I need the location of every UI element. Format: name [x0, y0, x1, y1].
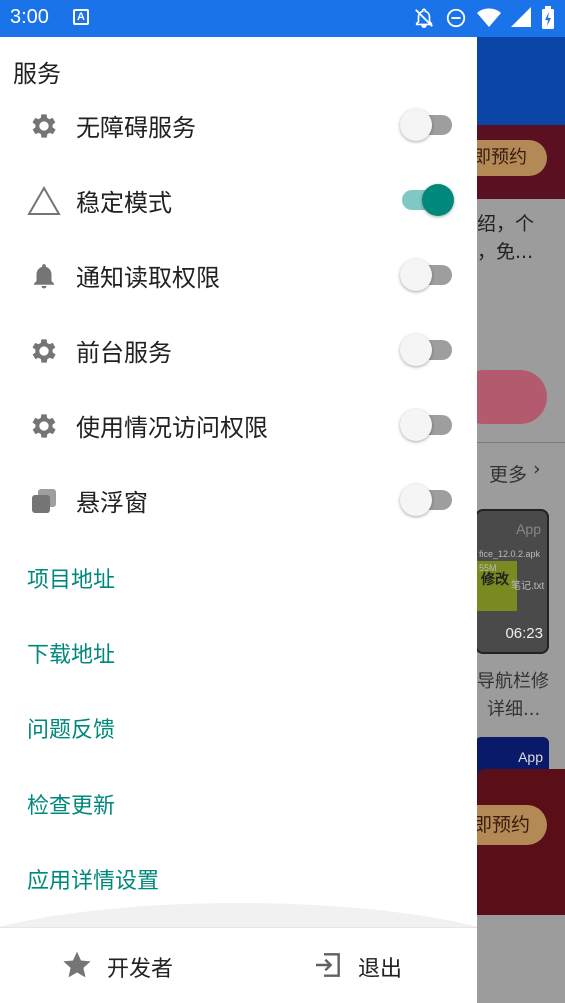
reserve-button: 即预约 — [477, 140, 547, 176]
background-divider — [477, 442, 565, 443]
toggle-thumb — [400, 484, 432, 516]
background-desc-line: ，免... — [477, 241, 534, 263]
reserve-button: 即预约 — [477, 805, 547, 845]
link-download-address[interactable]: 下载地址 — [27, 637, 115, 669]
background-action-button — [477, 370, 547, 424]
toggle-thumb — [400, 334, 432, 366]
background-desc-line: 绍，个 — [477, 213, 535, 235]
thumbnail-app-tag: App — [516, 521, 541, 537]
triangle-icon — [26, 183, 62, 219]
more-link: 更多 — [489, 464, 528, 486]
video-title-line: 导航栏修 — [477, 671, 549, 692]
wifi-icon — [477, 7, 501, 29]
gear-icon — [26, 108, 62, 144]
service-label: 使用情况访问权限 — [76, 414, 268, 442]
foreground-service-toggle[interactable] — [400, 334, 454, 366]
notifications-off-icon — [413, 7, 435, 29]
service-label: 前台服务 — [76, 339, 172, 367]
stable-mode-toggle[interactable] — [400, 184, 454, 216]
toggle-thumb — [400, 409, 432, 441]
star-icon — [61, 949, 93, 985]
chevron-right-icon: › — [533, 458, 541, 480]
toggle-thumb — [422, 184, 454, 216]
service-row-floating-window[interactable]: 悬浮窗 — [0, 469, 477, 529]
developer-button[interactable]: 开发者 — [61, 950, 173, 984]
video-title-line: 详细... — [487, 699, 541, 720]
link-project-address[interactable]: 项目地址 — [27, 562, 115, 594]
service-label: 无障碍服务 — [76, 114, 196, 142]
exit-icon — [312, 949, 344, 985]
status-time: 3:00 — [10, 6, 49, 28]
gear-icon — [26, 408, 62, 444]
service-row-accessibility[interactable]: 无障碍服务 — [0, 94, 477, 154]
service-row-notification-access[interactable]: 通知读取权限 — [0, 244, 477, 304]
floating-window-toggle[interactable] — [400, 484, 454, 516]
toggle-thumb — [400, 259, 432, 291]
background-app: 即预约 绍，个 ，免... 更多 › App fice_12.0.2.apk 5… — [477, 37, 565, 1003]
service-label: 稳定模式 — [76, 189, 172, 217]
gear-icon — [26, 333, 62, 369]
notification-access-toggle[interactable] — [400, 259, 454, 291]
do-not-disturb-icon — [445, 7, 467, 29]
background-header — [477, 37, 565, 125]
signal-icon — [511, 7, 531, 29]
usage-access-toggle[interactable] — [400, 409, 454, 441]
thumbnail-filename: fice_12.0.2.apk — [479, 549, 541, 559]
toggle-thumb — [400, 109, 432, 141]
thumbnail-app-tag: App — [518, 749, 543, 765]
service-row-stable-mode[interactable]: 稳定模式 — [0, 169, 477, 229]
service-label: 悬浮窗 — [76, 489, 148, 517]
status-bar: 3:00 A — [0, 0, 565, 37]
link-check-update[interactable]: 检查更新 — [27, 788, 115, 820]
status-icons — [413, 6, 555, 30]
exit-label: 退出 — [358, 957, 403, 982]
video-duration: 06:23 — [505, 625, 543, 642]
link-app-details-settings[interactable]: 应用详情设置 — [27, 863, 159, 895]
exit-button[interactable]: 退出 — [312, 950, 402, 984]
battery-charging-icon — [541, 6, 555, 30]
section-title: 服务 — [13, 60, 61, 88]
bell-icon — [26, 258, 62, 294]
navigation-drawer: 服务 无障碍服务 稳定模式 通知读取权限 前台服务 使用情况访问权限 悬浮窗 项… — [0, 37, 477, 1003]
link-feedback[interactable]: 问题反馈 — [27, 712, 115, 744]
video-thumbnail: App fice_12.0.2.apk 55M 笔记.txt 修改 06:23 — [477, 509, 549, 654]
bottom-bar: 开发者 退出 — [0, 927, 477, 1003]
service-row-usage-access[interactable]: 使用情况访问权限 — [0, 394, 477, 454]
thumbnail-green-text: 修改 — [481, 571, 509, 587]
thumbnail-note: 笔记.txt — [511, 581, 545, 592]
service-label: 通知读取权限 — [76, 264, 220, 292]
developer-label: 开发者 — [107, 957, 174, 982]
accessibility-toggle[interactable] — [400, 109, 454, 141]
floating-window-icon — [26, 483, 62, 519]
app-notification-icon: A — [73, 9, 89, 25]
service-row-foreground-service[interactable]: 前台服务 — [0, 319, 477, 379]
